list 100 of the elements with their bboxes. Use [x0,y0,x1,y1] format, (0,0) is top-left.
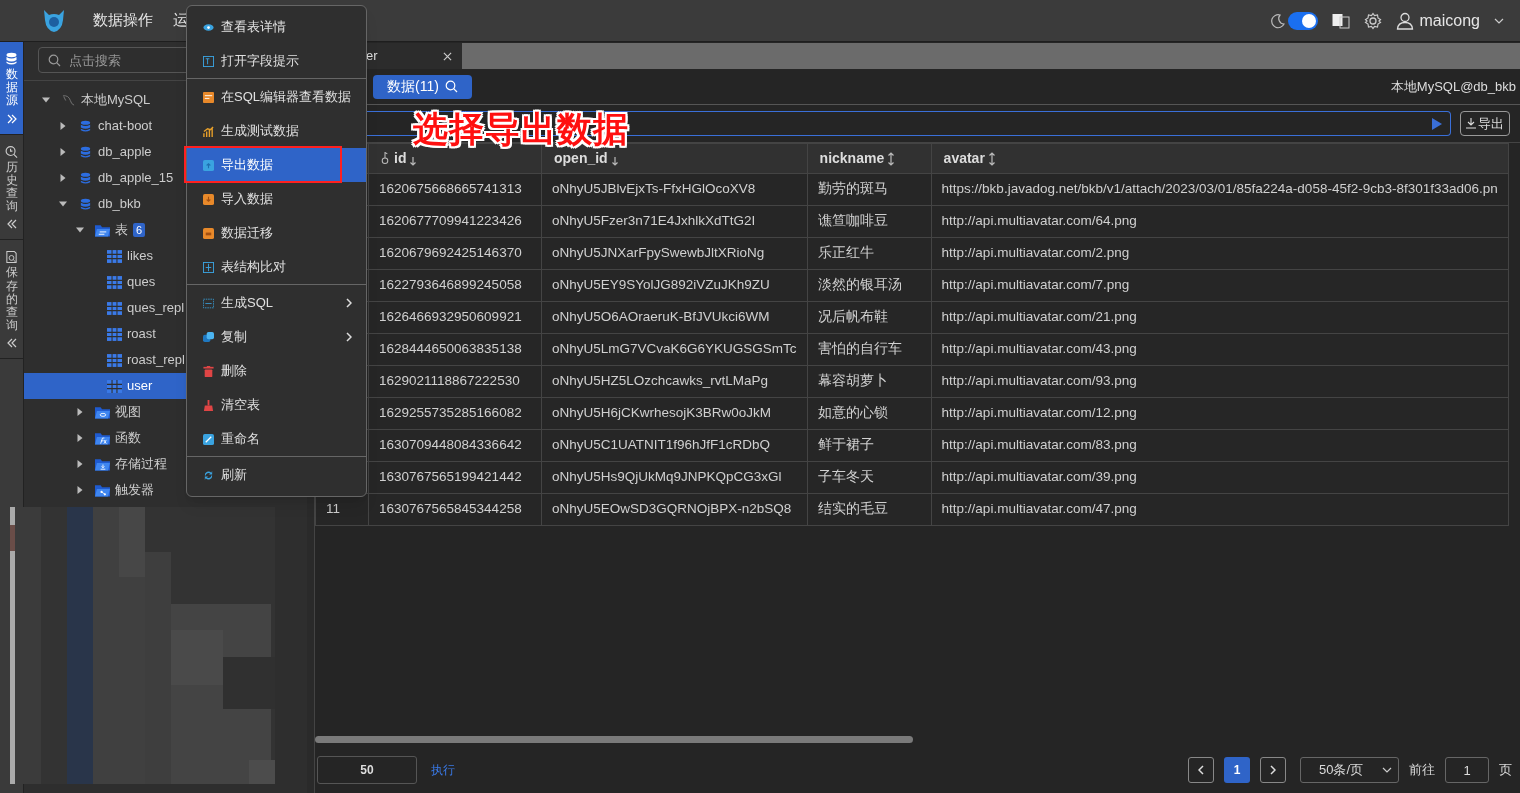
collapse-icon[interactable] [6,219,17,230]
theme-toggle[interactable] [1287,11,1318,30]
column-header[interactable]: avatar [943,148,985,169]
user-icon [1395,11,1414,30]
goto-page-field[interactable]: 1 [1445,757,1489,783]
table-icon [107,353,122,367]
database-icon [78,119,93,133]
expand-icon[interactable] [6,113,17,124]
table-cell: https://bkb.javadog.net/bkb/v1/attach/2023/03/01/85fa224a-d058-45f2-9cb3-8f301f33ad06.pn [931,173,1509,206]
table-cell: http://api.multiavatar.com/21.png [931,301,1509,334]
trash-icon [203,365,214,377]
folder-icon [95,457,110,471]
menu-item[interactable]: 导入数据 [187,182,366,216]
caret-right-icon[interactable] [76,486,84,494]
table-cell: oNhyU5O6AOraeruK-BfJVUkci6WM [541,301,808,334]
column-header[interactable]: open_id [554,148,608,169]
table-cell: 况后帆布鞋 [807,301,932,334]
nav-menu-item[interactable]: 数据操作 [93,9,153,32]
search-icon [444,80,458,93]
table-cell: oNhyU5EY9SYolJG892iVZuJKh9ZU [541,269,808,302]
caret-down-icon[interactable] [42,96,50,104]
connection-label: 本地MySQL@db_bkb [1390,77,1516,96]
moon-icon [1269,12,1286,29]
sort-icon[interactable] [887,150,896,167]
copy-icon [203,331,214,343]
caret-right-icon[interactable] [59,174,67,182]
user-menu[interactable]: maicong [1395,8,1504,33]
side-tab[interactable]: 历史查询 [0,134,23,241]
caret-right-icon[interactable] [59,122,67,130]
data-tab-button[interactable]: 数据(11) [373,74,472,99]
table-cell: 1630767565845344258 [368,493,542,526]
table-cell: 1620677709941223426 [368,205,542,238]
edit-icon [203,433,214,445]
count-badge: 6 [133,223,146,237]
next-page-button[interactable] [1260,757,1286,783]
table-cell: http://api.multiavatar.com/83.png [931,429,1509,462]
table-cell: 1630709448084336642 [368,429,542,462]
limit-field[interactable]: 50 [317,756,417,784]
menu-item[interactable]: 表结构比对 [187,250,366,284]
run-icon[interactable] [1432,117,1442,130]
side-tab[interactable]: 数据源 [0,42,23,135]
broom-icon [203,399,214,411]
folder-icon [95,483,110,497]
database-icon [78,171,93,185]
horizontal-scrollbar[interactable] [315,736,913,743]
table-cell: http://api.multiavatar.com/64.png [931,205,1509,238]
language-icon[interactable] [1331,12,1350,29]
table-cell: http://api.multiavatar.com/12.png [931,397,1509,430]
collapse-icon[interactable] [6,338,17,349]
table-cell: 1630767565199421442 [368,461,542,494]
menu-item[interactable]: 重命名 [187,422,366,456]
page-button[interactable]: 1 [1224,757,1250,783]
table-cell: 1629255735285166082 [368,397,542,430]
folder-icon [95,223,110,237]
table-cell: http://api.multiavatar.com/2.png [931,237,1509,270]
menu-item[interactable]: 在SQL编辑器查看数据 [187,80,366,114]
menu-item[interactable]: 数据迁移 [187,216,366,250]
folder-icon [95,431,110,445]
sql-icon [203,297,214,309]
connection-icon [61,93,76,107]
run-link[interactable]: 执行 [431,761,455,779]
caret-down-icon[interactable] [76,226,84,234]
settings-icon[interactable] [1363,11,1382,30]
menu-item[interactable]: 复制 [187,320,366,354]
previous-page-button[interactable] [1188,757,1214,783]
page-size-select[interactable]: 50条/页 [1300,757,1399,783]
close-icon[interactable] [443,51,452,61]
folder-icon [95,405,110,419]
table-cell: 1629021118867222530 [368,365,542,398]
table-cell: 1620679692425146370 [368,237,542,270]
caret-right-icon[interactable] [76,434,84,442]
caret-right-icon[interactable] [76,408,84,416]
import-icon [203,193,214,205]
caret-right-icon[interactable] [59,148,67,156]
table-icon [107,379,122,393]
table-cell: http://api.multiavatar.com/7.png [931,269,1509,302]
table-cell: 如意的心锁 [807,397,932,430]
database-icon [78,145,93,159]
export-button[interactable]: 导出 [1460,111,1510,136]
nav-menu-item[interactable]: 运 [173,9,188,32]
table-cell: 害怕的自行车 [807,333,932,366]
database-icon [78,197,93,211]
side-tab[interactable]: 保存的查询 [0,240,23,360]
menu-item[interactable]: 导出数据 [187,148,366,182]
table-icon [107,301,122,315]
menu-item[interactable]: 生成SQL [187,286,366,320]
table-cell: oNhyU5EOwSD3GQRNOjBPX-n2bSQ8 [541,493,808,526]
database-icon [5,52,18,66]
menu-item[interactable]: 生成测试数据 [187,114,366,148]
editor-icon [203,91,214,103]
table-cell: 1628444650063835138 [368,333,542,366]
menu-item[interactable]: 刷新 [187,458,366,492]
sort-icon[interactable] [987,150,996,167]
caret-right-icon[interactable] [76,460,84,468]
user-name: maicong [1419,10,1480,31]
column-header[interactable]: id [394,148,407,169]
caret-down-icon[interactable] [59,200,67,208]
table-cell: oNhyU5Hs9QjUkMq9JNPKQpCG3xGl [541,461,808,494]
menu-item[interactable]: 查看表详情 [187,10,366,44]
row-number: 11 [326,501,340,517]
